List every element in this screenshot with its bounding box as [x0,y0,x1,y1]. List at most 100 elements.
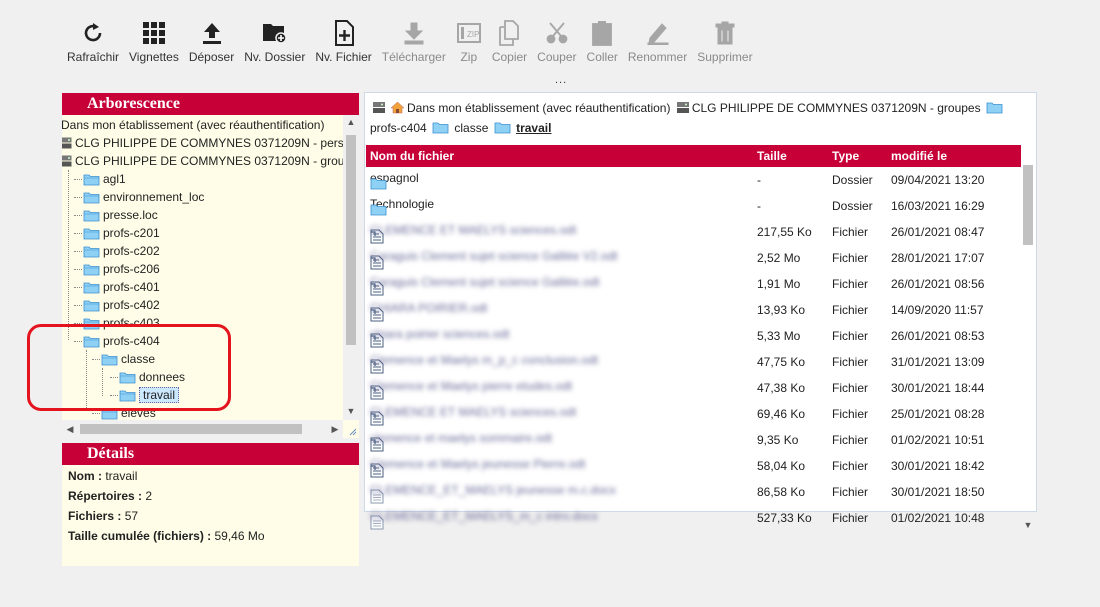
new-file-button[interactable]: Nv. Fichier [310,20,376,70]
file-row[interactable]: CLEMENCE_ET_MAELYS_m_c intro.docx 527,33 … [366,505,1021,531]
tree-item-label: profs-c401 [103,280,160,294]
download-button[interactable]: Télécharger [377,20,451,70]
tree-item-label: profs-c201 [103,226,160,240]
file-modified-cell: 30/01/2021 18:44 [891,381,985,395]
file-name-cell[interactable]: Caraguis Clement sujet science Galilée V… [370,249,617,270]
scissors-button[interactable]: Couper [532,20,581,70]
tree-item-folder[interactable]: profs-c202 [74,242,160,260]
tree-item-root[interactable]: Dans mon établissement (avec réauthentif… [62,116,324,134]
file-name-cell[interactable]: Technologie [370,197,434,216]
file-row[interactable]: Caraguis Clement sujet science Galilée.o… [366,271,1021,297]
file-type-cell: Fichier [832,381,869,395]
refresh-button[interactable]: Rafraîchir [62,20,124,70]
file-name: Clemence et Maelys m_p_c conclusion.odt [370,353,599,367]
paste-button[interactable]: Coller [582,20,623,70]
new-folder-button[interactable]: Nv. Dossier [239,20,310,70]
folder-icon [83,299,103,312]
file-modified-cell: 01/02/2021 10:48 [891,511,985,525]
tree-item-folder[interactable]: profs-c402 [74,296,160,314]
tree-item-server[interactable]: CLG PHILIPPE DE COMMYNES 0371209N - grou… [62,152,343,170]
column-name-header[interactable]: Nom du fichier [370,149,454,163]
file-name: Clemence et Maelys pierre etudes.odt [370,379,573,393]
tree-item-folder[interactable]: profs-c206 [74,260,160,278]
scroll-left-icon[interactable]: ◀ [62,420,78,438]
tree-item-folder[interactable]: profs-c201 [74,224,160,242]
column-size-header[interactable]: Taille [757,149,787,163]
scroll-down-icon[interactable]: ▼ [343,406,359,420]
column-type-header[interactable]: Type [832,149,859,163]
tree-item-folder[interactable]: environnement_loc [74,188,204,206]
download-icon [401,20,427,46]
zip-button[interactable]: ZIP Zip [451,20,487,70]
tree-item-label: CLG PHILIPPE DE COMMYNES 0371209N - grou… [75,154,343,168]
tree-item-folder[interactable]: agl1 [74,170,126,188]
paste-icon [589,20,615,46]
file-row[interactable]: CLEMENCE ET MAELYS sciences.odt 217,55 Ko… [366,219,1021,245]
file-name-cell[interactable]: CLEMENCE ET MAELYS sciences.odt [370,405,576,426]
file-list-scrollbar[interactable]: ▼ [1020,145,1036,530]
breadcrumb-server[interactable]: CLG PHILIPPE DE COMMYNES 0371209N - grou… [674,101,1005,115]
tree-item-server[interactable]: CLG PHILIPPE DE COMMYNES 0371209N - pers… [62,134,343,152]
file-row[interactable]: CHIARA POIRIER.odt 13,93 Ko Fichier 14/09/2… [366,297,1021,323]
pencil-button[interactable]: Renommer [623,20,692,70]
file-name-cell[interactable]: CLEMENCE_ET_MAELYS_m_c intro.docx [370,509,598,530]
file-row[interactable]: Clemence et Maelys pierre etudes.odt 47,3… [366,375,1021,401]
column-modified-header[interactable]: modifié le [891,149,947,163]
resize-grip-icon[interactable] [347,426,357,436]
toolbar-button-label: Rafraîchir [67,50,120,64]
file-row[interactable]: Clemence et Maelys jeunesse Pierre.odt 58… [366,453,1021,479]
breadcrumb-folder[interactable]: classe [454,121,512,135]
file-size-cell: 2,52 Mo [757,251,801,265]
file-row[interactable]: Caraguis Clement sujet science Galilée V… [366,245,1021,271]
breadcrumb-current[interactable]: travail [516,121,551,135]
file-modified-cell: 30/01/2021 18:42 [891,459,985,473]
file-name-cell[interactable]: Clemence et Maelys m_p_c conclusion.odt [370,353,599,374]
breadcrumb-root[interactable]: Dans mon établissement (avec réauthentif… [370,101,674,115]
file-name-cell[interactable]: CHIARA POIRIER.odt [370,301,487,322]
file-row[interactable]: Technologie - Dossier 16/03/2021 16:29 [366,193,1021,219]
file-name-cell[interactable]: Clemence et Maelys pierre etudes.odt [370,379,573,400]
file-row[interactable]: chiara poirier sciences.odt 5,33 Mo Fichie… [366,323,1021,349]
scroll-down-icon[interactable]: ▼ [1020,520,1036,534]
file-row[interactable]: clemence et maelys sommaire.odt 9,35 Ko Fi… [366,427,1021,453]
scroll-thumb[interactable] [346,135,356,345]
folder-icon [83,263,103,276]
upload-button[interactable]: Déposer [184,20,239,70]
scroll-right-icon[interactable]: ▶ [327,420,343,438]
breadcrumb-folder[interactable]: profs-c404 [370,121,451,135]
file-row[interactable]: CLEMENCE_ET_MAELYS jeunesse m.c.docx 86,5… [366,479,1021,505]
file-modified-cell: 09/04/2021 13:20 [891,173,985,187]
file-name-cell[interactable]: CLEMENCE ET MAELYS sciences.odt [370,223,576,244]
toolbar-button-label: Nv. Dossier [244,50,306,64]
file-name: CLEMENCE_ET_MAELYS jeunesse m.c.docx [370,483,616,497]
toolbar-more[interactable]: ... [555,74,567,86]
scroll-up-icon[interactable]: ▲ [343,117,359,131]
file-row[interactable]: Clemence et Maelys m_p_c conclusion.odt 4… [366,349,1021,375]
trash-button[interactable]: Supprimer [692,20,757,70]
file-modified-cell: 16/03/2021 16:29 [891,199,985,213]
grid-button[interactable]: Vignettes [124,20,184,70]
file-name-cell[interactable]: espagnol [370,171,419,190]
copy-button[interactable]: Copier [487,20,532,70]
tree-vertical-scrollbar[interactable]: ▲ ▼ [343,115,359,420]
detail-name: Nom : travail [68,469,138,483]
file-name-cell[interactable]: clemence et maelys sommaire.odt [370,431,552,452]
file-name-cell[interactable]: Caraguis Clement sujet science Galilée.o… [370,275,599,296]
tree-horizontal-scrollbar[interactable]: ◀ ▶ [62,420,343,438]
tree-item-folder[interactable]: profs-c401 [74,278,160,296]
file-row[interactable]: CLEMENCE ET MAELYS sciences.odt 69,46 Ko F… [366,401,1021,427]
file-modified-cell: 01/02/2021 10:51 [891,433,985,447]
tree-item-label: presse.loc [103,208,158,222]
detail-files: Fichiers : 57 [68,509,139,523]
file-name-cell[interactable]: Clemence et Maelys jeunesse Pierre.odt [370,457,585,478]
file-size-cell: 47,38 Ko [757,381,806,395]
scroll-thumb[interactable] [80,424,302,434]
file-name-cell[interactable]: chiara poirier sciences.odt [370,327,509,348]
toolbar-button-label: Zip [460,50,478,64]
file-row[interactable]: espagnol - Dossier 09/04/2021 13:20 [366,167,1021,193]
scroll-thumb[interactable] [1023,165,1033,245]
file-name-cell[interactable]: CLEMENCE_ET_MAELYS jeunesse m.c.docx [370,483,616,504]
file-size-cell: 1,91 Mo [757,277,801,291]
tree-item-folder[interactable]: presse.loc [74,206,158,224]
toolbar-button-label: Coller [586,50,618,64]
